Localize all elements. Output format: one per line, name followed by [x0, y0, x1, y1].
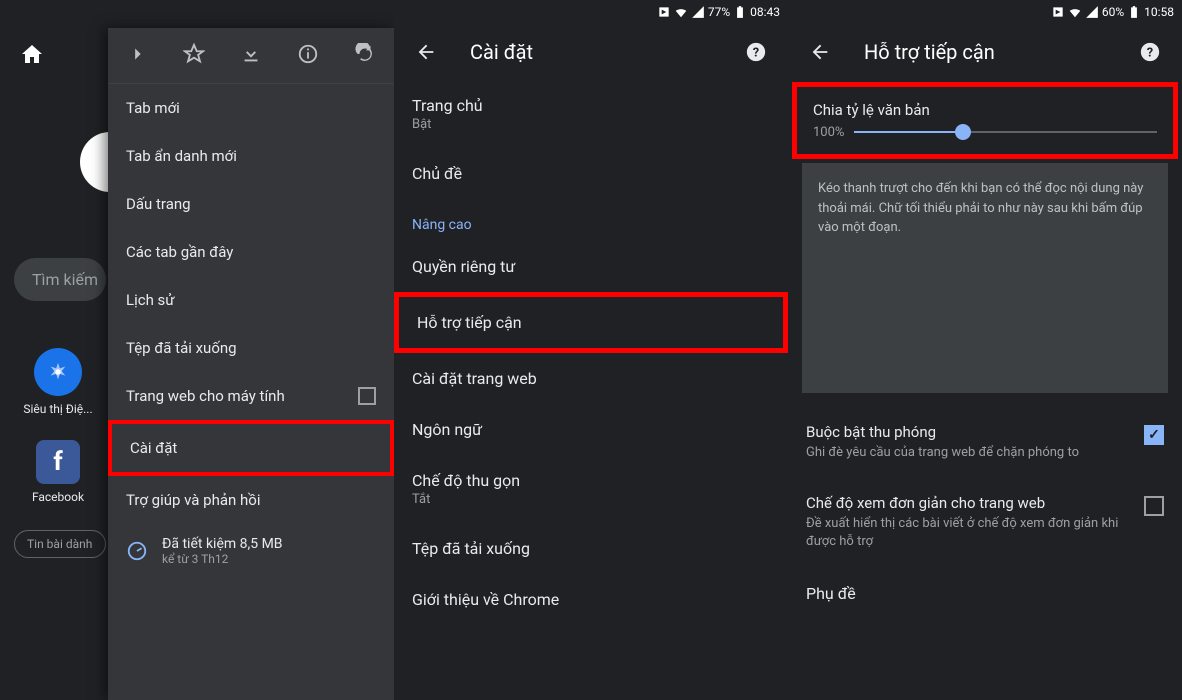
- setting-simplified-view[interactable]: Chế độ xem đơn giản cho trang web Đề xuấ…: [788, 478, 1182, 567]
- screenshot-chrome-menu: 46% 14:17 Tìm kiếm Siêu thị Điệ... f Fac…: [0, 0, 394, 700]
- setting-accessibility[interactable]: Hỗ trợ tiếp cận: [394, 292, 788, 353]
- status-bar: 60% 10:58: [788, 0, 1182, 24]
- svg-text:?: ?: [753, 46, 759, 61]
- slider-thumb-icon[interactable]: [955, 124, 971, 140]
- battery-percent: 60%: [1102, 5, 1124, 19]
- signal-icon: [691, 5, 705, 19]
- help-button[interactable]: ?: [1130, 32, 1170, 72]
- setting-theme[interactable]: Chủ đề: [394, 148, 788, 199]
- nfc-icon: [657, 5, 671, 19]
- setting-language[interactable]: Ngôn ngữ: [394, 404, 788, 455]
- menu-history[interactable]: Lịch sử: [108, 276, 394, 324]
- wifi-icon: [1068, 5, 1082, 19]
- clock: 10:58: [1144, 5, 1174, 19]
- setting-captions[interactable]: Phụ đề: [788, 568, 1182, 619]
- shortcut-tile[interactable]: Siêu thị Điệ...: [18, 348, 98, 416]
- download-icon[interactable]: [240, 43, 262, 69]
- scaling-slider[interactable]: [854, 131, 1157, 133]
- battery-percent: 77%: [708, 5, 730, 19]
- checkbox-checked-icon[interactable]: [1144, 425, 1164, 445]
- setting-privacy[interactable]: Quyền riêng tư: [394, 241, 788, 292]
- gauge-icon: [126, 540, 148, 562]
- menu-incognito[interactable]: Tab ẩn danh mới: [108, 132, 394, 180]
- home-button[interactable]: [20, 42, 44, 70]
- info-icon[interactable]: [297, 43, 319, 69]
- menu-settings[interactable]: Cài đặt: [108, 420, 394, 476]
- scaling-value: 100%: [813, 125, 844, 140]
- setting-homepage[interactable]: Trang chủ Bật: [394, 80, 788, 148]
- overflow-menu: Tab mới Tab ẩn danh mới Dấu trang Các ta…: [108, 28, 394, 700]
- setting-site-settings[interactable]: Cài đặt trang web: [394, 353, 788, 404]
- menu-recent-tabs[interactable]: Các tab gần đây: [108, 228, 394, 276]
- status-bar: 77% 08:43: [394, 0, 788, 24]
- page-title: Hỗ trợ tiếp cận: [864, 40, 1106, 64]
- scaling-preview-text: Kéo thanh trượt cho đến khi bạn có thể đ…: [802, 163, 1168, 393]
- setting-lite-mode[interactable]: Chế độ thu gọn Tắt: [394, 455, 788, 523]
- forward-icon[interactable]: [126, 43, 148, 69]
- shortcut-tile-facebook[interactable]: f Facebook: [18, 440, 98, 504]
- menu-downloads[interactable]: Tệp đã tải xuống: [108, 324, 394, 372]
- battery-icon: [733, 5, 747, 19]
- screenshot-accessibility: 60% 10:58 Hỗ trợ tiếp cận ? Chia tỷ lệ v…: [788, 0, 1182, 700]
- page-title: Cài đặt: [470, 40, 712, 64]
- checkbox-icon[interactable]: [1144, 496, 1164, 516]
- setting-about[interactable]: Giới thiệu về Chrome: [394, 574, 788, 625]
- nfc-icon: [1051, 5, 1065, 19]
- menu-desktop-site[interactable]: Trang web cho máy tính: [108, 372, 394, 420]
- news-chip[interactable]: Tin bài dành: [14, 530, 106, 558]
- menu-data-saver[interactable]: Đã tiết kiệm 8,5 MB kể từ 3 Th12: [108, 524, 394, 578]
- refresh-icon[interactable]: [354, 43, 376, 69]
- screenshot-settings-list: 77% 08:43 Cài đặt ? Trang chủ Bật Chủ đề…: [394, 0, 788, 700]
- header: Cài đặt ?: [394, 24, 788, 80]
- text-scaling-block: Chia tỷ lệ văn bản 100%: [792, 82, 1178, 159]
- back-button[interactable]: [406, 32, 446, 72]
- menu-bookmarks[interactable]: Dấu trang: [108, 180, 394, 228]
- signal-icon: [1085, 5, 1099, 19]
- search-bar[interactable]: Tìm kiếm: [14, 258, 106, 301]
- svg-text:?: ?: [1147, 46, 1153, 61]
- header: Hỗ trợ tiếp cận ?: [788, 24, 1182, 80]
- clock: 08:43: [750, 5, 780, 19]
- back-button[interactable]: [800, 32, 840, 72]
- battery-icon: [1127, 5, 1141, 19]
- setting-downloads[interactable]: Tệp đã tải xuống: [394, 523, 788, 574]
- setting-force-zoom[interactable]: Buộc bật thu phóng Ghi đè yêu cầu của tr…: [788, 407, 1182, 478]
- checkbox-icon[interactable]: [358, 387, 376, 405]
- wifi-icon: [674, 5, 688, 19]
- tile-label: Facebook: [18, 490, 98, 504]
- menu-help[interactable]: Trợ giúp và phản hồi: [108, 476, 394, 524]
- tile-label: Siêu thị Điệ...: [18, 402, 98, 416]
- scaling-label: Chia tỷ lệ văn bản: [813, 101, 1157, 119]
- section-advanced: Nâng cao: [394, 199, 788, 241]
- help-button[interactable]: ?: [736, 32, 776, 72]
- bookmark-star-icon[interactable]: [183, 43, 205, 69]
- menu-new-tab[interactable]: Tab mới: [108, 84, 394, 132]
